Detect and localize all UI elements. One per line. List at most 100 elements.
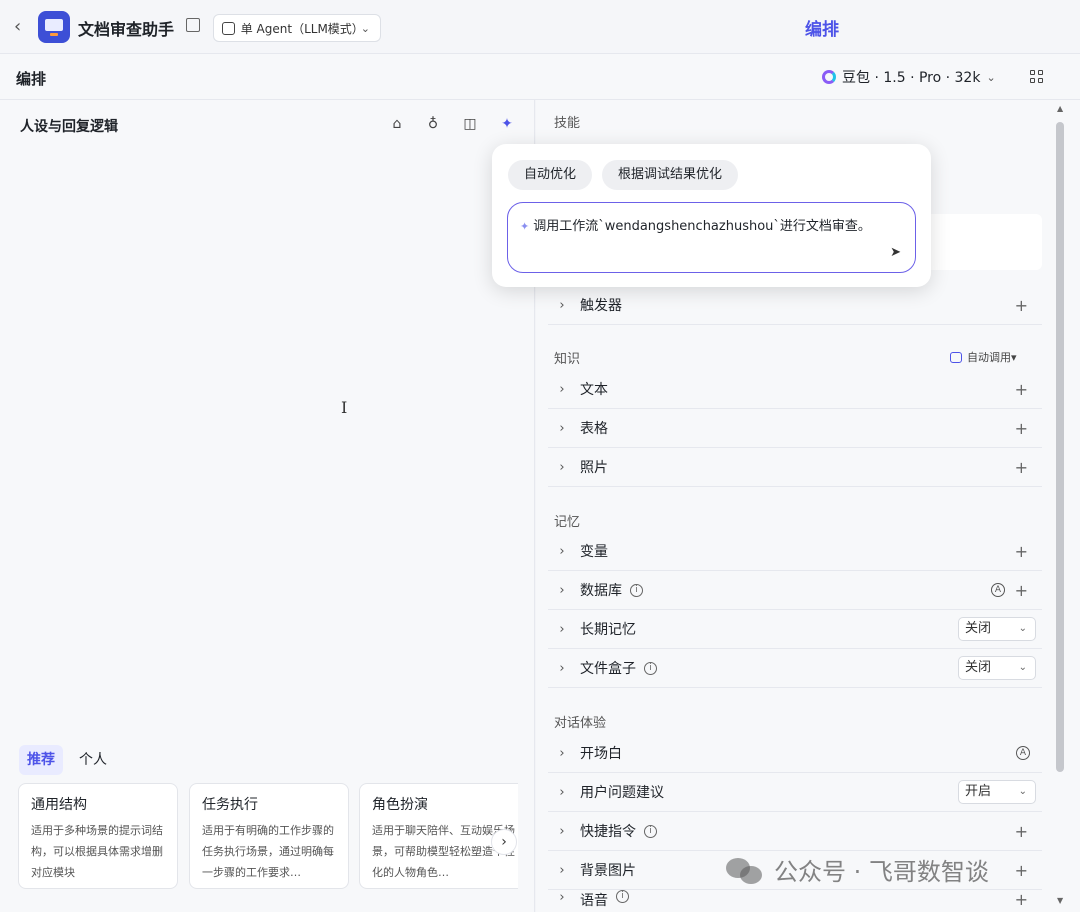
add-icon[interactable]: + — [1015, 542, 1028, 561]
chevron-right-icon: › — [559, 621, 565, 637]
info-icon[interactable]: i — [616, 890, 629, 903]
prompt-optimize-popup: 自动优化 根据调试结果优化 ✦ 调用工作流`wendangshenchazhush… — [492, 144, 931, 287]
add-icon[interactable]: + — [1015, 296, 1028, 315]
knowledge-auto-call-dropdown[interactable]: 自动调用 ▾ — [950, 349, 1017, 365]
info-icon[interactable]: i — [644, 824, 657, 838]
suggestion-select[interactable]: 开启 ⌄ — [958, 780, 1036, 804]
knowledge-section-title: 知识 — [554, 352, 581, 367]
edit-icon[interactable] — [186, 18, 200, 32]
dialog-shortcut-row[interactable]: › 快捷指令 i + — [548, 812, 1042, 851]
chevron-right-icon: › — [559, 420, 565, 436]
knowledge-table-row[interactable]: › 表格 + — [548, 409, 1042, 448]
model-selector[interactable]: 豆包 · 1.5 · Pro · 32k ⌄ — [822, 67, 996, 87]
split-view-icon[interactable]: ◫ — [462, 116, 478, 132]
suggestion-label: 用户问题建议 — [580, 785, 664, 801]
knowledge-photo-label: 照片 — [580, 460, 608, 476]
knowledge-auto-call-label: 自动调用 — [967, 351, 1011, 364]
chevron-right-icon: › — [559, 890, 565, 905]
prompt-library-icon[interactable]: ⌂ — [389, 116, 405, 132]
chevron-right-icon: › — [559, 459, 565, 475]
chevron-right-icon: › — [559, 823, 565, 839]
chevron-right-icon: › — [559, 862, 565, 878]
back-arrow-icon[interactable]: ‹ — [14, 16, 34, 38]
dialog-voice-row[interactable]: › 语音 i + — [548, 890, 1042, 912]
template-card-title: 任务执行 — [202, 797, 258, 813]
tab-personal[interactable]: 个人 — [71, 745, 115, 775]
scrollbar[interactable] — [1056, 122, 1064, 772]
wechat-logo-icon — [726, 856, 764, 884]
file-box-select[interactable]: 关闭 ⌄ — [958, 656, 1036, 680]
section-title: 编排 — [16, 70, 47, 88]
auto-optimize-button[interactable]: 自动优化 — [508, 160, 593, 190]
app-avatar-icon — [38, 11, 70, 43]
scroll-down-icon[interactable]: ▼ — [1057, 896, 1063, 905]
chevron-right-icon[interactable]: › — [491, 829, 517, 855]
memory-variables-row[interactable]: › 变量 + — [548, 532, 1042, 571]
chevron-down-icon: ⌄ — [986, 70, 996, 84]
chevron-down-icon: ⌄ — [1018, 623, 1027, 634]
template-card[interactable]: 任务执行 适用于有明确的工作步骤的任务执行场景，通过明确每一步骤的工作要求… — [189, 783, 349, 889]
watermark-text: 公众号 · 飞哥数智谈 — [774, 858, 989, 886]
trigger-row[interactable]: › 触发器 + — [548, 286, 1042, 325]
info-icon[interactable]: i — [644, 661, 657, 675]
long-term-memory-label: 长期记忆 — [580, 622, 636, 638]
long-term-memory-select[interactable]: 关闭 ⌄ — [958, 617, 1036, 641]
model-label: 豆包 · 1.5 · Pro · 32k — [842, 70, 981, 86]
long-term-memory-value: 关闭 — [965, 621, 992, 636]
add-icon[interactable]: + — [1015, 822, 1028, 841]
voice-label: 语音 — [580, 893, 608, 909]
template-tabs: 推荐 个人 — [19, 745, 115, 775]
template-card-title: 角色扮演 — [372, 797, 428, 813]
chevron-right-icon: › — [559, 660, 565, 676]
ai-optimize-sparkle-icon[interactable]: ✦ — [499, 116, 515, 132]
memory-database-row[interactable]: › 数据库 i A + — [548, 571, 1042, 610]
template-card-desc: 适用于多种场景的提示词结构，可以根据具体需求增删对应模块 — [31, 824, 163, 879]
top-bar: ‹ 文档审查助手 单 Agent（LLM模式） ⌄ 编排 — [0, 0, 1080, 54]
bot-icon — [950, 351, 962, 363]
chevron-right-icon: › — [559, 582, 565, 598]
scroll-up-icon[interactable]: ▲ — [1057, 104, 1063, 113]
shortcut-label: 快捷指令 — [580, 824, 636, 840]
skills-section-title: 技能 — [554, 116, 581, 131]
model-logo-icon — [822, 70, 836, 84]
add-icon[interactable]: + — [1015, 890, 1028, 909]
add-icon[interactable]: + — [1015, 380, 1028, 399]
optimize-prompt-text: 调用工作流`wendangshenchazhushou`进行文档审查。 — [533, 219, 871, 234]
add-icon[interactable]: + — [1015, 581, 1028, 600]
knowledge-text-row[interactable]: › 文本 + — [548, 370, 1042, 409]
info-icon[interactable]: i — [630, 583, 643, 597]
optimize-prompt-input[interactable]: ✦ 调用工作流`wendangshenchazhushou`进行文档审查。 ➤ — [507, 202, 916, 273]
add-icon[interactable]: + — [1015, 861, 1028, 880]
caret-down-icon: ▾ — [1011, 350, 1017, 364]
debug-optimize-button[interactable]: 根据调试结果优化 — [602, 160, 739, 190]
dialog-suggestion-row[interactable]: › 用户问题建议 开启 ⌄ — [548, 773, 1042, 812]
dialog-opening-row[interactable]: › 开场白 A — [548, 734, 1042, 773]
add-icon[interactable]: + — [1015, 419, 1028, 438]
dialog-section-title: 对话体验 — [554, 716, 607, 731]
chevron-right-icon: › — [559, 381, 565, 397]
chevron-down-icon: ⌄ — [360, 21, 370, 35]
file-box-label: 文件盒子 — [580, 661, 636, 677]
add-icon[interactable]: + — [1015, 458, 1028, 477]
auto-mode-icon[interactable]: A — [1016, 746, 1030, 760]
send-icon[interactable]: ➤ — [890, 245, 901, 260]
template-card[interactable]: 通用结构 适用于多种场景的提示词结构，可以根据具体需求增删对应模块 — [18, 783, 178, 889]
app-title: 文档审查助手 — [78, 20, 175, 39]
tab-recommended[interactable]: 推荐 — [19, 745, 63, 775]
knowledge-photo-row[interactable]: › 照片 + — [548, 448, 1042, 487]
auto-mode-icon[interactable]: A — [991, 583, 1005, 597]
trigger-label: 触发器 — [580, 298, 622, 314]
template-cards: 通用结构 适用于多种场景的提示词结构，可以根据具体需求增删对应模块 任务执行 适… — [18, 783, 518, 891]
memory-long-term-row[interactable]: › 长期记忆 关闭 ⌄ — [548, 610, 1042, 649]
agent-mode-selector[interactable]: 单 Agent（LLM模式） ⌄ — [213, 14, 381, 42]
template-card-desc: 适用于有明确的工作步骤的任务执行场景，通过明确每一步骤的工作要求… — [202, 824, 334, 879]
lightbulb-icon[interactable]: ♁ — [425, 116, 441, 132]
database-label: 数据库 — [580, 583, 622, 599]
layout-grid-icon[interactable] — [1030, 70, 1044, 84]
text-cursor-icon: I — [341, 398, 348, 417]
prompt-panel: 人设与回复逻辑 ⌂ ♁ ◫ ✦ I 推荐 个人 通用结构 适用于多种场景的提示词… — [0, 100, 535, 912]
knowledge-text-label: 文本 — [580, 382, 608, 398]
knowledge-table-label: 表格 — [580, 421, 608, 437]
variables-label: 变量 — [580, 544, 608, 560]
memory-file-box-row[interactable]: › 文件盒子 i 关闭 ⌄ — [548, 649, 1042, 688]
